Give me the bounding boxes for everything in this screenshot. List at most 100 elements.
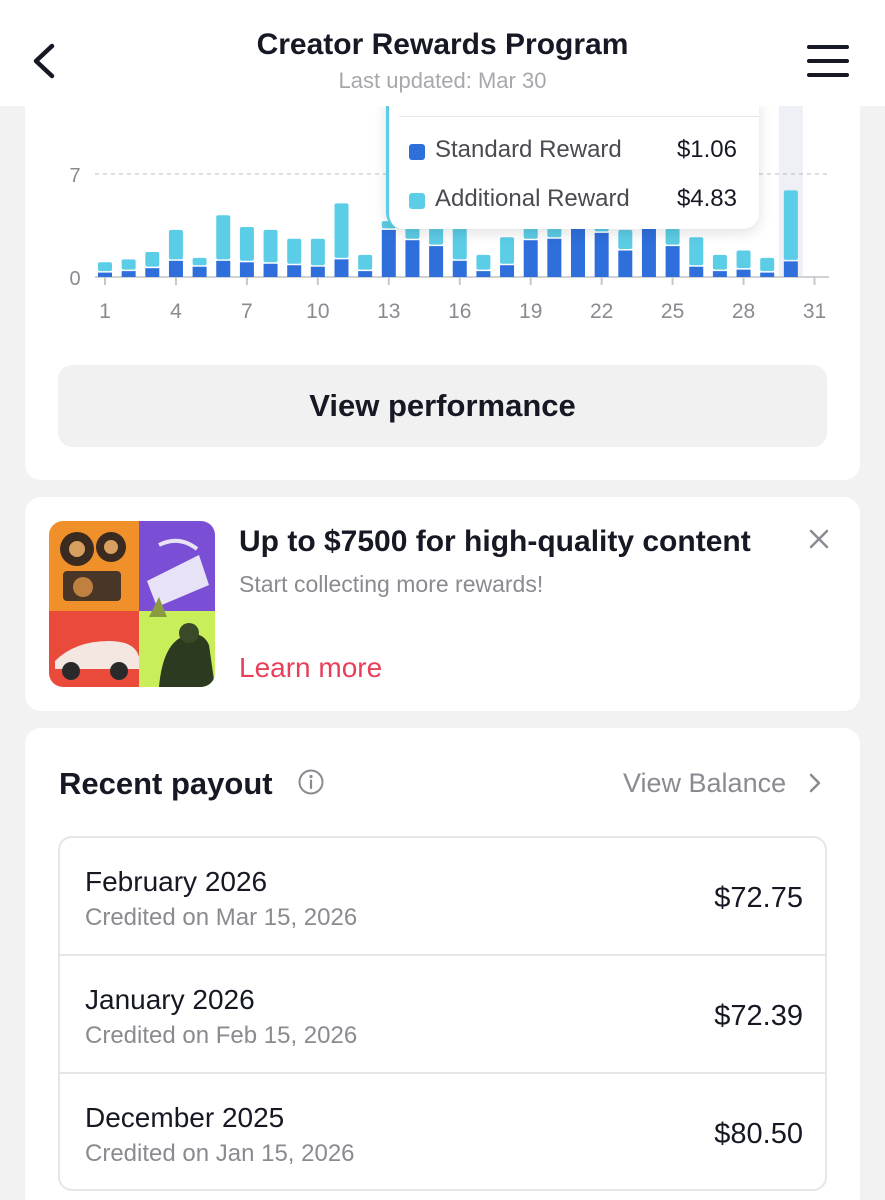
bar-standard-reward xyxy=(145,268,160,277)
x-tick-label: 31 xyxy=(803,300,826,323)
bar-standard-reward xyxy=(287,265,302,277)
x-tick-label: 7 xyxy=(241,300,253,323)
additional-reward-swatch xyxy=(409,193,425,209)
bar-additional-reward xyxy=(665,228,680,245)
bar-additional-reward xyxy=(310,238,325,266)
bar-standard-reward xyxy=(429,246,444,277)
bar-standard-reward xyxy=(476,271,491,277)
promo-title: Up to $7500 for high-quality content xyxy=(239,525,751,558)
payout-amount: $72.75 xyxy=(714,882,803,914)
x-tick-label: 28 xyxy=(732,300,755,323)
bar-standard-reward xyxy=(263,263,278,277)
bar-standard-reward xyxy=(192,266,207,277)
page-title: Creator Rewards Program xyxy=(256,28,629,61)
bar-additional-reward xyxy=(168,229,183,260)
close-icon[interactable] xyxy=(805,525,833,553)
bar-additional-reward xyxy=(783,190,798,260)
bar-additional-reward xyxy=(736,250,751,269)
x-tick-label: 13 xyxy=(377,300,400,323)
bar-additional-reward xyxy=(192,257,207,266)
bar-additional-reward xyxy=(689,237,704,266)
y-tick-label: 0 xyxy=(69,268,80,290)
bar-additional-reward xyxy=(712,254,727,270)
chart-tooltip: Standard Reward $1.06 Additional Reward … xyxy=(386,100,759,229)
bar-additional-reward xyxy=(239,226,254,261)
bar-standard-reward xyxy=(618,250,633,277)
view-balance-link[interactable]: View Balance xyxy=(623,768,786,799)
payout-row[interactable]: December 2025 Credited on Jan 15, 2026 $… xyxy=(60,1074,825,1189)
bar-additional-reward xyxy=(358,254,373,270)
hamburger-menu-icon[interactable] xyxy=(806,42,850,80)
bar-standard-reward xyxy=(689,266,704,277)
recent-payout-title: Recent payout xyxy=(59,766,273,801)
promo-subtitle: Start collecting more rewards! xyxy=(239,571,544,597)
bar-standard-reward xyxy=(121,271,136,277)
top-nav-bar: Creator Rewards Program Last updated: Ma… xyxy=(0,0,885,106)
last-updated-text: Last updated: Mar 30 xyxy=(338,68,547,93)
bar-standard-reward xyxy=(500,265,515,277)
payout-credited-date: Credited on Jan 15, 2026 xyxy=(85,1140,355,1167)
bar-additional-reward xyxy=(121,259,136,270)
bar-standard-reward xyxy=(452,260,467,277)
x-tick-label: 4 xyxy=(170,300,182,323)
bar-additional-reward xyxy=(287,238,302,264)
x-tick-label: 10 xyxy=(306,300,329,323)
standard-reward-swatch xyxy=(409,144,425,160)
x-tick-label: 1 xyxy=(99,300,111,323)
tooltip-label: Additional Reward xyxy=(435,185,630,212)
bar-standard-reward xyxy=(760,272,775,277)
bar-standard-reward xyxy=(98,272,112,277)
payout-month: February 2026 xyxy=(85,866,268,897)
bar-standard-reward xyxy=(783,261,798,277)
bar-standard-reward xyxy=(405,240,420,277)
tooltip-row-standard: Standard Reward $1.06 xyxy=(409,132,737,168)
bar-standard-reward xyxy=(712,271,727,277)
bar-standard-reward xyxy=(523,240,538,277)
bar-additional-reward xyxy=(618,229,633,250)
promo-card[interactable]: Up to $7500 for high-quality content Sta… xyxy=(25,497,860,711)
bar-additional-reward xyxy=(500,237,515,264)
bar-standard-reward xyxy=(216,260,231,277)
tooltip-row-additional: Additional Reward $4.83 xyxy=(409,181,737,217)
bar-standard-reward xyxy=(358,271,373,277)
y-tick-label: 7 xyxy=(69,165,80,187)
bar-standard-reward xyxy=(665,246,680,277)
payout-credited-date: Credited on Feb 15, 2026 xyxy=(85,1022,358,1049)
bar-standard-reward xyxy=(571,222,585,277)
bar-standard-reward xyxy=(381,229,396,277)
bar-standard-reward xyxy=(168,260,183,277)
bar-standard-reward xyxy=(547,238,562,277)
tooltip-label: Standard Reward xyxy=(435,136,622,163)
x-tick-label: 19 xyxy=(519,300,542,323)
payout-amount: $80.50 xyxy=(714,1118,803,1150)
tooltip-value: $4.83 xyxy=(676,185,737,212)
bar-additional-reward xyxy=(145,251,160,267)
promo-collage-image xyxy=(49,521,215,687)
x-tick-label: 16 xyxy=(448,300,471,323)
bar-standard-reward xyxy=(334,259,349,277)
bar-standard-reward xyxy=(239,262,254,277)
x-tick-label: 25 xyxy=(661,300,684,323)
bar-additional-reward xyxy=(334,203,349,258)
x-tick-label: 22 xyxy=(590,300,613,323)
payout-row[interactable]: February 2026 Credited on Mar 15, 2026 $… xyxy=(60,838,825,956)
learn-more-link[interactable]: Learn more xyxy=(239,652,382,684)
tooltip-value: $1.06 xyxy=(676,136,737,163)
rewards-chart-card: 0 7 1 4 7 10 13 16 19 22 25 28 31 Standard Reward $1… xyxy=(25,90,860,480)
tooltip-divider xyxy=(399,116,759,117)
bar-standard-reward xyxy=(641,225,656,277)
payout-month: January 2026 xyxy=(85,984,255,1015)
bar-additional-reward xyxy=(476,254,491,270)
payout-list: February 2026 Credited on Mar 15, 2026 $… xyxy=(58,836,827,1191)
view-performance-button[interactable]: View performance xyxy=(58,365,827,447)
bar-standard-reward xyxy=(594,232,609,277)
payout-month: December 2025 xyxy=(85,1102,285,1133)
info-icon[interactable] xyxy=(297,768,325,796)
payout-row[interactable]: January 2026 Credited on Feb 15, 2026 $7… xyxy=(60,956,825,1074)
bar-additional-reward xyxy=(263,229,278,263)
payout-credited-date: Credited on Mar 15, 2026 xyxy=(85,904,358,931)
bar-additional-reward xyxy=(98,262,112,272)
payout-amount: $72.39 xyxy=(714,1000,803,1032)
chevron-right-icon[interactable] xyxy=(807,772,823,794)
recent-payout-card: Recent payout View Balance February 2026… xyxy=(25,728,860,1200)
